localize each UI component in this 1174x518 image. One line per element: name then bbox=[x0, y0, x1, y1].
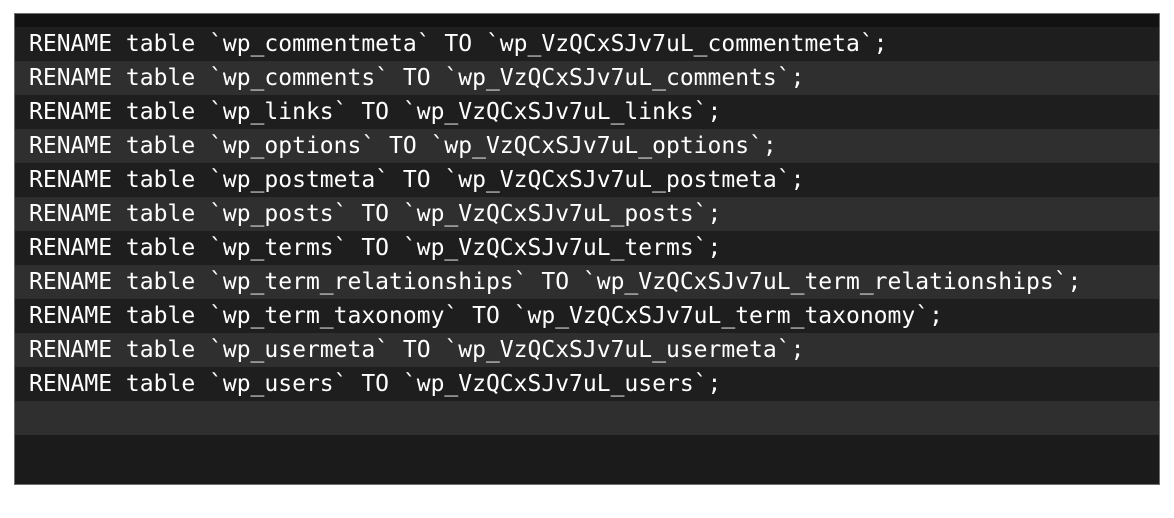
code-line: RENAME table `wp_term_relationships` TO … bbox=[15, 265, 1159, 299]
code-line-list: RENAME table `wp_commentmeta` TO `wp_VzQ… bbox=[15, 27, 1159, 435]
code-line: RENAME table `wp_usermeta` TO `wp_VzQCxS… bbox=[15, 333, 1159, 367]
code-line: RENAME table `wp_term_taxonomy` TO `wp_V… bbox=[15, 299, 1159, 333]
code-line: RENAME table `wp_posts` TO `wp_VzQCxSJv7… bbox=[15, 197, 1159, 231]
code-block-top-padding bbox=[15, 14, 1159, 27]
code-line-blank bbox=[15, 401, 1159, 435]
code-line: RENAME table `wp_comments` TO `wp_VzQCxS… bbox=[15, 61, 1159, 95]
code-line: RENAME table `wp_terms` TO `wp_VzQCxSJv7… bbox=[15, 231, 1159, 265]
code-line: RENAME table `wp_options` TO `wp_VzQCxSJ… bbox=[15, 129, 1159, 163]
code-line: RENAME table `wp_users` TO `wp_VzQCxSJv7… bbox=[15, 367, 1159, 401]
code-block[interactable]: RENAME table `wp_commentmeta` TO `wp_VzQ… bbox=[14, 13, 1160, 485]
code-line: RENAME table `wp_postmeta` TO `wp_VzQCxS… bbox=[15, 163, 1159, 197]
code-line: RENAME table `wp_commentmeta` TO `wp_VzQ… bbox=[15, 27, 1159, 61]
code-line: RENAME table `wp_links` TO `wp_VzQCxSJv7… bbox=[15, 95, 1159, 129]
